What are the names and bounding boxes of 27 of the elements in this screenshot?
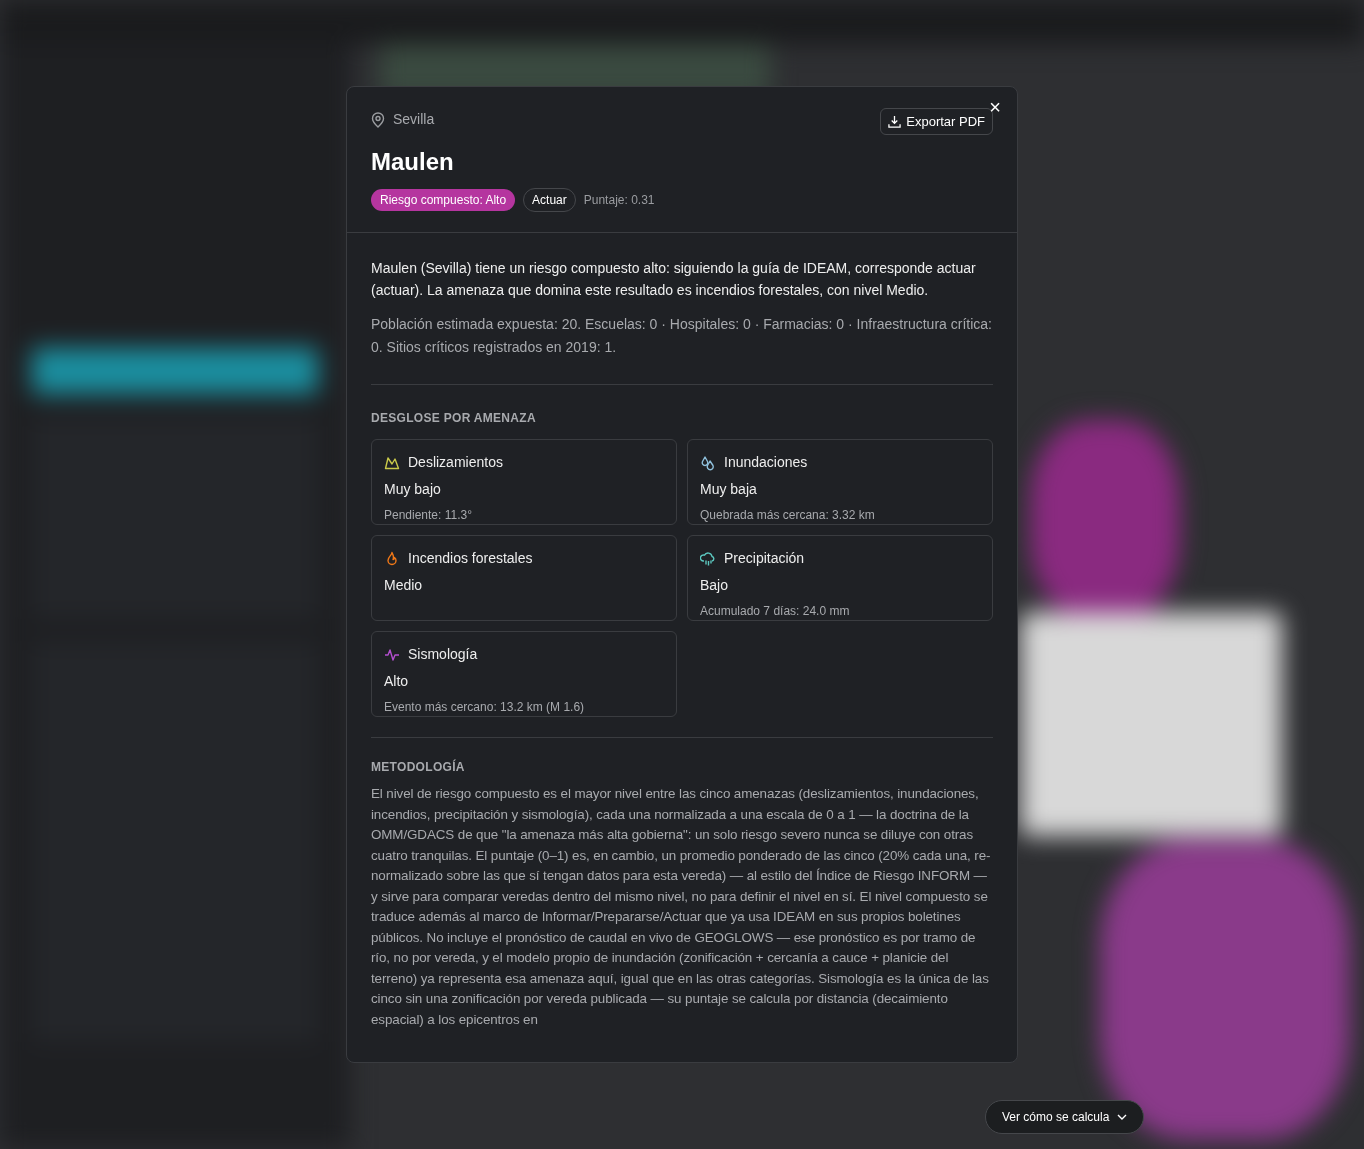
methodology-text: El nivel de riesgo compuesto es el mayor nivel entre las cinco amenazas (deslizamientos, inundaciones, incendios, precipitación y sismología), cada una normalizada a una escala de 0 a 1 — la doctrina de la OMM/GDACS de que "la amenaza más alta gobierna": un solo riesgo severo nunca se diluye con otras cuatro tranquilas. El puntaje (0–1) es, en cambio, un promedio ponderado de las cinco (20% cada una, re-normalizado sobre las que sí tengan datos para esta vereda) — al estilo del Índice de Riesgo INFORM — y sirve para comparar veredas dentro del mismo nivel, no para definir el nivel en sí. El nivel compuesto se traduce además al marco de Informar/Prepararse/Actuar que ya usa IDEAM en sus propios boletines públicos. No incluye el pronóstico de caudal en vivo de GEOGLOWS — ese pronóstico es por tramo de río, no por vereda, y el modelo propio de inundación (zonificación + cercanía a cauce + planicie del terreno) ya representa esa amenaza aquí, igual que en las otras categorías. Sismología es la única de las cinco sin una zonificación por vereda publicada — su puntaje se calcula por distancia (decaimiento espacial) a los epicentros en (371, 785, 992, 1029)
hazard-level: Alto (384, 672, 410, 691)
hazard-name: Incendios forestales (408, 549, 533, 568)
hazard-name: Precipitación (724, 549, 805, 568)
hazard-level: Muy baja (700, 480, 758, 499)
hazard-name: Sismología (408, 645, 478, 664)
chevron-down-icon (1117, 1114, 1128, 1120)
score-label: Puntaje: 0.31 (583, 192, 655, 209)
hazard-detail: Quebrada más cercana: 3.32 km (700, 507, 876, 524)
hazard-detail: Pendiente: 11.3° (384, 507, 473, 524)
location-label: Sevilla (393, 110, 435, 129)
exposure-text: Población estimada expuesta: 20. Escuelas: 0 · Hospitales: 0 · Farmacias: 0 · Infraestructura crítica: 0. Sitios críticos registrados en 2019: 1. (371, 315, 993, 357)
hazard-name: Deslizamientos (408, 453, 503, 472)
hazard-level: Medio (384, 576, 424, 595)
hazard-detail: Acumulado 7 días: 24.0 mm (700, 603, 851, 620)
download-icon (888, 115, 902, 128)
calculation-toggle-button[interactable]: Ver cómo se calcula (985, 1100, 1145, 1134)
hazard-name: Inundaciones (724, 453, 808, 472)
hazard-level: Muy bajo (384, 480, 442, 499)
dialog-title: Maulen (371, 147, 455, 177)
section-heading: METODOLOGÍA (371, 758, 466, 776)
risk-badge: Riesgo compuesto: Alto (371, 189, 516, 211)
summary-text: Maulen (Sevilla) tiene un riesgo compuesto alto: siguiendo la guía de IDEAM, corresponde actuar (actuar). La amenaza que domina este resultado es incendios forestales, con nivel Medio. (371, 259, 977, 300)
hazard-level: Bajo (700, 576, 730, 595)
section-heading: DESGLOSE POR AMENAZA (371, 410, 537, 427)
hazard-detail: Evento más cercano: 13.2 km (M 1.6) (384, 699, 586, 716)
location-pin-icon (371, 111, 385, 128)
